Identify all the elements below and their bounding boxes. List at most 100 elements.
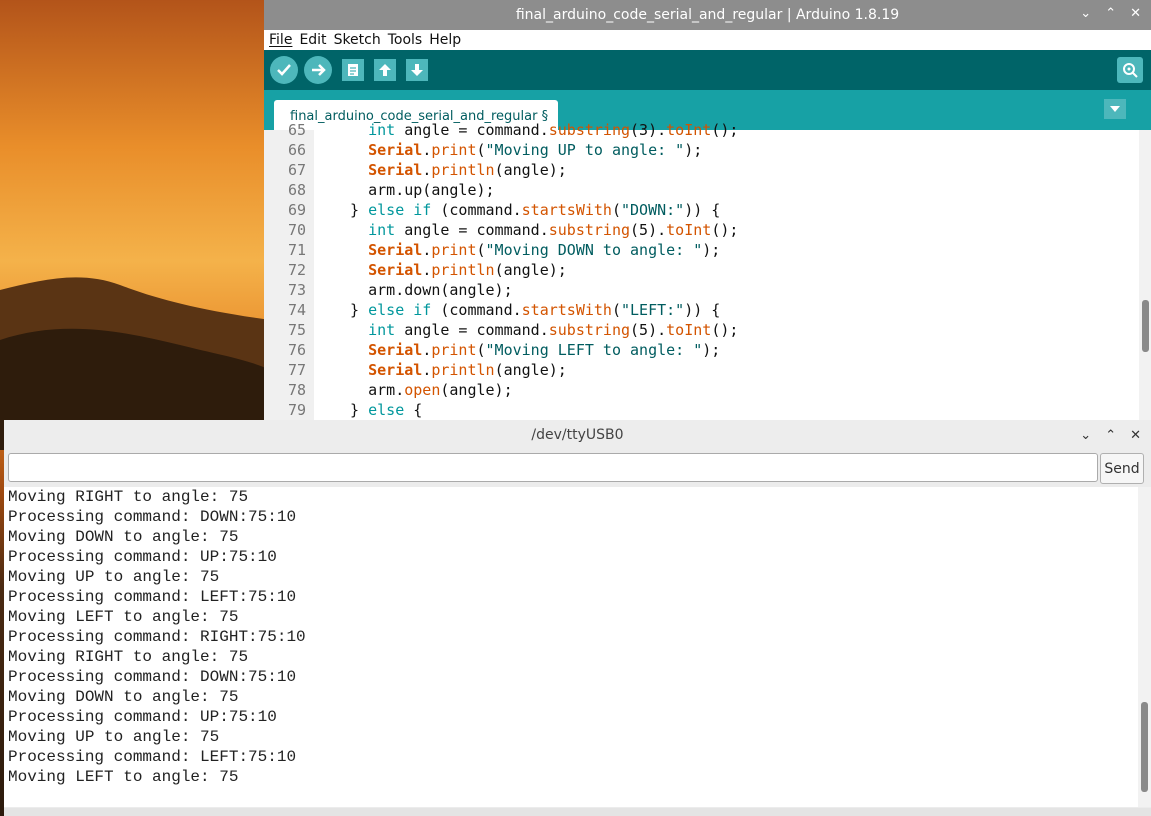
code-text: arm.up(angle);: [332, 180, 495, 200]
code-token: (angle);: [494, 361, 567, 379]
tab-menu-button[interactable]: [1104, 99, 1126, 119]
code-token: "Moving LEFT to angle: ": [485, 341, 703, 359]
verify-button[interactable]: [270, 56, 298, 84]
line-number: 73: [287, 281, 306, 299]
code-line: 79 } else {: [264, 400, 422, 420]
code-token: )) {: [684, 301, 721, 319]
code-text: Serial.print("Moving DOWN to angle: ");: [332, 240, 720, 260]
code-token: if: [413, 201, 432, 219]
serial-titlebar: /dev/ttyUSB0 ⌄ ⌃ ✕: [4, 420, 1151, 450]
line-number: 71: [287, 241, 306, 259]
code-line: 69 } else if (command.startsWith("DOWN:"…: [264, 200, 720, 220]
line-number: 70: [287, 221, 306, 239]
code-token: {: [404, 401, 423, 419]
code-token: int: [368, 221, 396, 239]
open-button[interactable]: [374, 59, 396, 81]
code-editor[interactable]: 65 int angle = command.substring(3).toIn…: [264, 121, 1139, 420]
code-token: arm.down(angle);: [332, 281, 513, 299]
upload-button[interactable]: [304, 56, 332, 84]
code-token: Serial: [368, 261, 423, 279]
code-token: angle = command.: [395, 221, 549, 239]
code-token: arm.up(angle);: [332, 181, 495, 199]
code-line: 77 Serial.println(angle);: [264, 360, 567, 380]
minimize-icon[interactable]: ⌄: [1080, 428, 1091, 443]
close-icon[interactable]: ✕: [1130, 428, 1141, 443]
maximize-icon[interactable]: ⌃: [1105, 6, 1116, 21]
code-token: (command.: [431, 301, 522, 319]
serial-output-line: Processing command: RIGHT:75:10: [8, 628, 306, 646]
code-token: else: [368, 301, 405, 319]
editor-scrollbar[interactable]: [1139, 130, 1151, 420]
serial-output-line: Moving RIGHT to angle: 75: [8, 488, 249, 506]
code-token: arm.: [332, 381, 405, 399]
code-token: println: [431, 161, 495, 179]
code-text: } else {: [332, 400, 422, 420]
line-number: 74: [287, 301, 306, 319]
code-token: substring: [548, 221, 631, 239]
menu-help[interactable]: Help: [429, 32, 461, 48]
code-token: print: [431, 141, 477, 159]
code-token: (: [476, 141, 486, 159]
code-token: (: [476, 241, 486, 259]
verify-icon: [277, 64, 291, 76]
code-text: Serial.println(angle);: [332, 360, 567, 380]
serial-output-line: Processing command: LEFT:75:10: [8, 588, 297, 606]
code-token: (: [611, 301, 621, 319]
serial-monitor-icon: [1123, 63, 1138, 78]
serial-output-line: Processing command: UP:75:10: [8, 708, 277, 726]
code-token: (: [611, 201, 621, 219]
code-token: startsWith: [521, 301, 612, 319]
editor-scroll-thumb[interactable]: [1142, 300, 1149, 352]
save-button[interactable]: [406, 59, 428, 81]
save-icon: [411, 64, 423, 76]
toolbar: [264, 50, 1151, 90]
minimize-icon[interactable]: ⌄: [1080, 6, 1091, 21]
code-text: } else if (command.startsWith("DOWN:")) …: [332, 200, 720, 220]
code-token: }: [332, 401, 369, 419]
code-line: 65 int angle = command.substring(3).toIn…: [264, 120, 738, 140]
code-line: 66 Serial.print("Moving UP to angle: ");: [264, 140, 702, 160]
code-token: (command.: [431, 201, 522, 219]
maximize-icon[interactable]: ⌃: [1105, 428, 1116, 443]
arduino-ide-window: final_arduino_code_serial_and_regular | …: [264, 0, 1151, 420]
serial-monitor-button[interactable]: [1117, 57, 1143, 83]
code-token: else: [368, 201, 405, 219]
serial-output-line: Moving DOWN to angle: 75: [8, 528, 239, 546]
ide-titlebar: final_arduino_code_serial_and_regular | …: [264, 0, 1151, 30]
code-token: (5).: [630, 221, 667, 239]
menu-file[interactable]: File: [269, 32, 292, 48]
send-button[interactable]: Send: [1100, 453, 1144, 484]
code-token: .: [422, 141, 432, 159]
code-token: Serial: [368, 141, 423, 159]
menubar: File Edit Sketch Tools Help: [264, 30, 1151, 50]
new-button[interactable]: [342, 59, 364, 81]
code-token: toInt: [666, 221, 712, 239]
serial-output-line: Processing command: UP:75:10: [8, 548, 277, 566]
code-token: "Moving UP to angle: ": [485, 141, 685, 159]
serial-scroll-thumb[interactable]: [1141, 702, 1148, 792]
menu-tools[interactable]: Tools: [388, 32, 423, 48]
serial-output-line: Moving RIGHT to angle: 75: [8, 648, 249, 666]
code-text: Serial.print("Moving LEFT to angle: ");: [332, 340, 720, 360]
serial-output[interactable]: Moving RIGHT to angle: 75 Processing comm…: [4, 487, 1138, 807]
code-token: toInt: [666, 121, 712, 139]
code-token: .: [422, 361, 432, 379]
line-number: 68: [287, 181, 306, 199]
close-icon[interactable]: ✕: [1130, 6, 1141, 21]
code-text: int angle = command.substring(5).toInt()…: [332, 320, 738, 340]
code-text: Serial.println(angle);: [332, 260, 567, 280]
serial-scrollbar[interactable]: [1138, 487, 1151, 807]
code-token: ();: [711, 121, 739, 139]
code-token: substring: [548, 321, 631, 339]
menu-sketch[interactable]: Sketch: [334, 32, 381, 48]
serial-input[interactable]: [8, 453, 1098, 482]
menu-edit[interactable]: Edit: [299, 32, 326, 48]
